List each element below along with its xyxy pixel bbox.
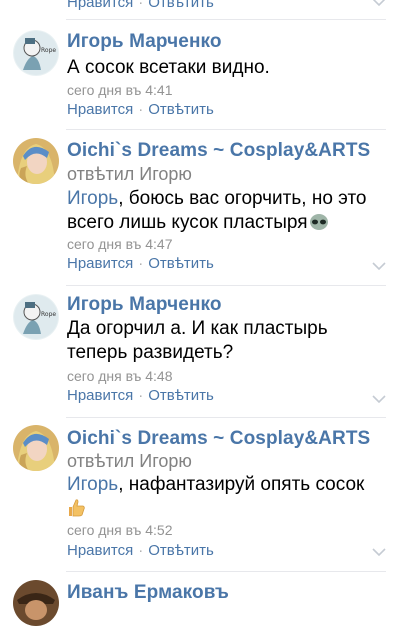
comment-body: , нафантазируй опять сосок bbox=[118, 474, 365, 495]
comment-item: Rope Игорь Марченко А сосок всетаки видн… bbox=[0, 20, 400, 130]
reply-to-label[interactable]: отвѣтил Игорю bbox=[67, 164, 192, 185]
separator: · bbox=[138, 0, 144, 11]
comment-actions: Нравится · Отвѣтить bbox=[67, 387, 214, 404]
reply-button[interactable]: Отвѣтить bbox=[148, 542, 214, 559]
comment-author[interactable]: Игорь Марченко bbox=[67, 294, 222, 316]
comment-item: Oichi`s Dreams ~ Cosplay&ARTS отвѣтил Иг… bbox=[0, 130, 400, 286]
comment-item: Иванъ Ермаковъ bbox=[0, 572, 400, 626]
comment-timestamp: сего дня въ 4:52 bbox=[67, 522, 173, 538]
reply-button[interactable]: Отвѣтить bbox=[148, 255, 214, 272]
comment-timestamp: сего дня въ 4:47 bbox=[67, 236, 173, 252]
comment-timestamp: сего дня въ 4:41 bbox=[67, 82, 173, 98]
comment-timestamp: сего дня въ 4:48 bbox=[67, 368, 173, 384]
avatar[interactable] bbox=[13, 138, 59, 184]
comment-body: А сосок всетаки видно. bbox=[67, 57, 270, 78]
separator: · bbox=[138, 101, 144, 118]
like-button[interactable]: Нравится bbox=[67, 387, 133, 404]
alien-emoji-icon bbox=[309, 214, 328, 230]
comment-item: Oichi`s Dreams ~ Cosplay&ARTS отвѣтил Иг… bbox=[0, 418, 400, 572]
comment-author[interactable]: Oichi`s Dreams ~ Cosplay&ARTS bbox=[67, 140, 370, 162]
avatar[interactable]: Rope bbox=[13, 294, 59, 340]
comment-text: Игорь, боюсь вас огорчить, но это всего … bbox=[67, 187, 380, 235]
chevron-down-icon[interactable] bbox=[372, 395, 386, 403]
comment-actions: Нравится · Отвѣтить bbox=[67, 101, 214, 118]
svg-text:Rope: Rope bbox=[41, 311, 56, 318]
mention-link[interactable]: Игорь bbox=[67, 188, 118, 209]
comment-item: Rope Игорь Марченко Да огорчил а. И как … bbox=[0, 286, 400, 418]
separator: · bbox=[138, 387, 144, 404]
comment-author[interactable]: Игорь Марченко bbox=[67, 31, 222, 53]
comment-actions: Нравится · Отвѣтить bbox=[67, 0, 214, 11]
chevron-down-icon[interactable] bbox=[372, 0, 386, 6]
comment-text: Да огорчил а. И как пластырь теперь разв… bbox=[67, 317, 360, 365]
reply-button[interactable]: Отвѣтить bbox=[148, 101, 214, 118]
thumbs-up-emoji-icon bbox=[69, 499, 85, 517]
like-button[interactable]: Нравится bbox=[67, 255, 133, 272]
avatar[interactable] bbox=[13, 425, 59, 471]
avatar[interactable] bbox=[13, 580, 59, 626]
like-button[interactable]: Нравится bbox=[67, 0, 133, 11]
reply-to-label[interactable]: отвѣтил Игорю bbox=[67, 451, 192, 472]
svg-text:Rope: Rope bbox=[41, 47, 56, 54]
mention-link[interactable]: Игорь bbox=[67, 474, 118, 495]
separator: · bbox=[138, 542, 144, 559]
comment-body: Да огорчил а. И как пластырь теперь разв… bbox=[67, 318, 328, 363]
comment-actions: Нравится · Отвѣтить bbox=[67, 542, 214, 559]
comment-text: Игорь, нафантазируй опять сосок bbox=[67, 473, 380, 497]
reply-button[interactable]: Отвѣтить bbox=[148, 387, 214, 404]
like-button[interactable]: Нравится bbox=[67, 542, 133, 559]
comment-item: Нравится · Отвѣтить bbox=[0, 0, 400, 20]
comment-actions: Нравится · Отвѣтить bbox=[67, 255, 214, 272]
comment-author[interactable]: Oichi`s Dreams ~ Cosplay&ARTS bbox=[67, 428, 370, 450]
comment-text: А сосок всетаки видно. bbox=[67, 56, 380, 80]
separator: · bbox=[138, 255, 144, 272]
avatar[interactable]: Rope bbox=[13, 30, 59, 76]
like-button[interactable]: Нравится bbox=[67, 101, 133, 118]
chevron-down-icon[interactable] bbox=[372, 548, 386, 556]
comment-author[interactable]: Иванъ Ермаковъ bbox=[67, 582, 229, 604]
reply-button[interactable]: Отвѣтить bbox=[148, 0, 214, 11]
chevron-down-icon[interactable] bbox=[372, 262, 386, 270]
